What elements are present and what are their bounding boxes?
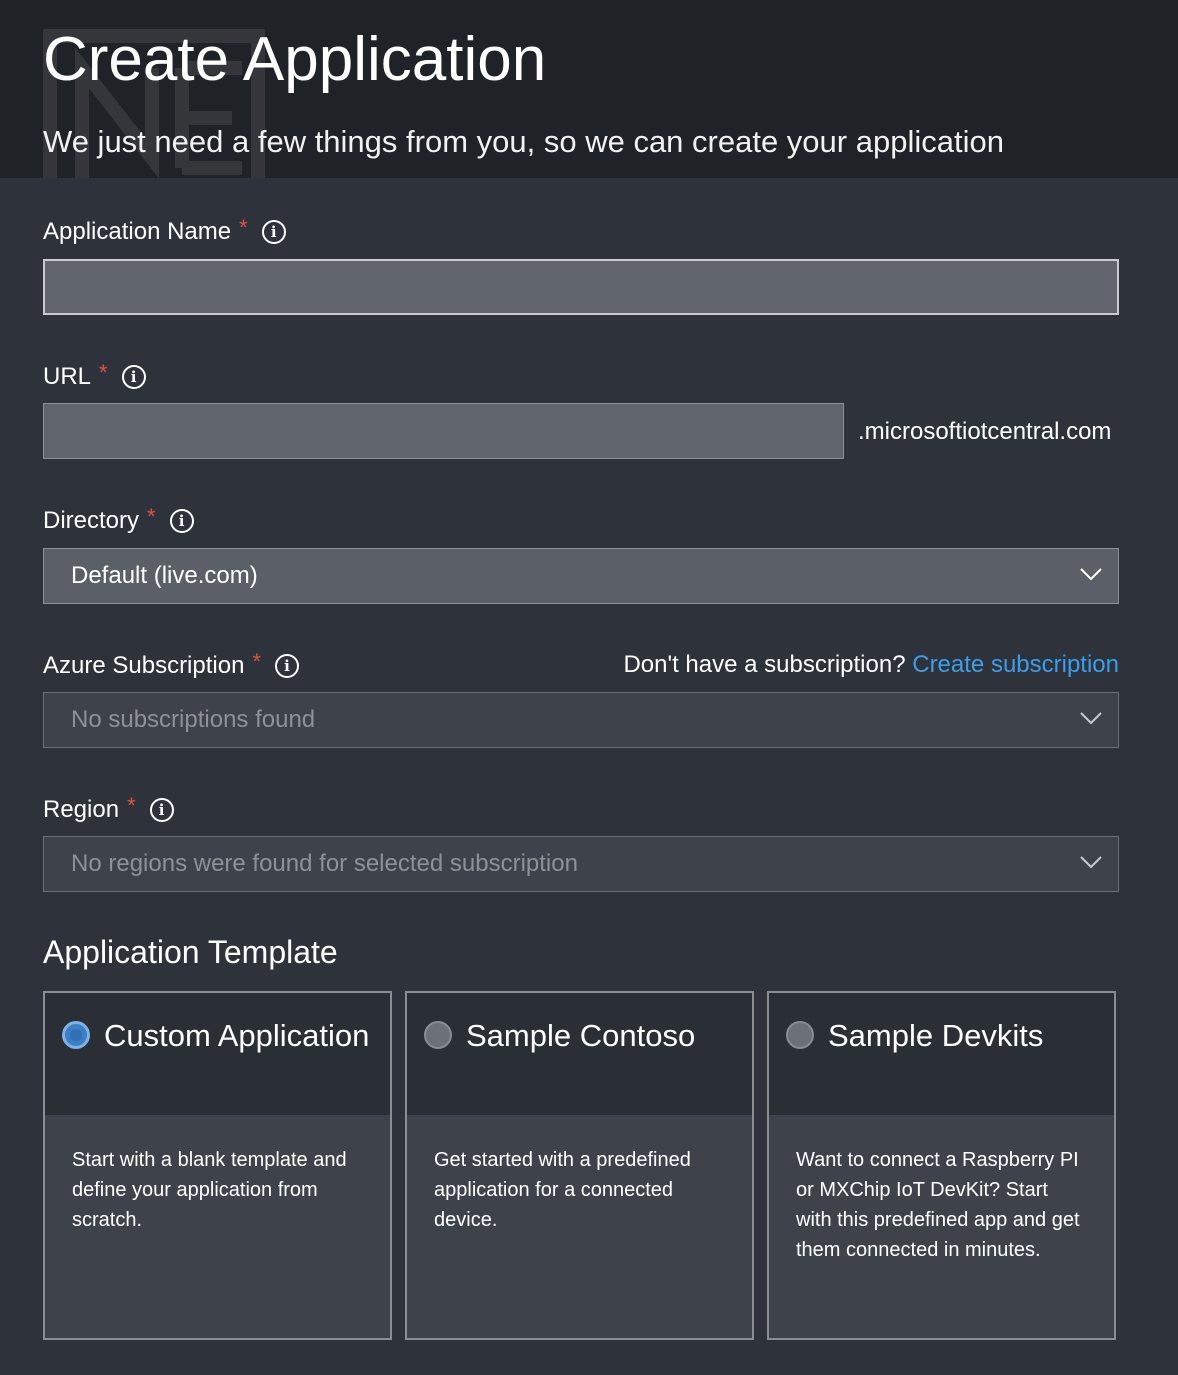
required-marker: * bbox=[239, 215, 248, 240]
info-icon[interactable]: i bbox=[275, 654, 299, 678]
no-subscription-text: Don't have a subscription? bbox=[623, 651, 906, 678]
application-name-label-text: Application Name bbox=[43, 218, 232, 245]
directory-select[interactable]: Default (live.com) bbox=[43, 548, 1119, 604]
directory-select-value: Default (live.com) bbox=[71, 562, 258, 589]
page-subtitle: We just need a few things from you, so w… bbox=[43, 124, 1004, 159]
azure-subscription-select[interactable]: No subscriptions found bbox=[43, 692, 1119, 748]
required-marker: * bbox=[147, 504, 156, 529]
directory-label-text: Directory bbox=[43, 507, 140, 534]
required-marker: * bbox=[99, 360, 108, 385]
region-select-value: No regions were found for selected subsc… bbox=[71, 850, 578, 877]
region-label: Region * i bbox=[43, 793, 174, 825]
info-icon[interactable]: i bbox=[169, 509, 194, 533]
application-name-input[interactable] bbox=[43, 259, 1119, 315]
azure-subscription-label-text: Azure Subscription bbox=[43, 652, 245, 679]
template-card-sample-devkits[interactable]: Sample Devkits Want to connect a Raspber… bbox=[767, 991, 1116, 1340]
url-domain-suffix: .microsoftiotcentral.com bbox=[858, 418, 1112, 445]
chevron-down-icon bbox=[1080, 856, 1102, 869]
required-marker: * bbox=[127, 793, 136, 818]
url-label: URL * i bbox=[43, 360, 146, 392]
info-icon[interactable]: i bbox=[261, 220, 286, 244]
template-card-description: Want to connect a Raspberry PI or MXChip… bbox=[769, 1115, 1114, 1338]
required-marker: * bbox=[252, 649, 261, 674]
template-card-sample-contoso[interactable]: Sample Contoso Get started with a predef… bbox=[405, 991, 754, 1340]
page-title: Create Application bbox=[43, 25, 547, 94]
template-card-header: Custom Application bbox=[45, 993, 390, 1115]
radio-button[interactable] bbox=[424, 1021, 452, 1049]
template-card-custom-application[interactable]: Custom Application Start with a blank te… bbox=[43, 991, 392, 1340]
no-subscription-prompt: Don't have a subscription? Create subscr… bbox=[623, 651, 1119, 679]
application-name-label: Application Name * i bbox=[43, 215, 286, 247]
template-card-header: Sample Contoso bbox=[407, 993, 752, 1115]
chevron-down-icon bbox=[1080, 712, 1102, 725]
info-icon[interactable]: i bbox=[121, 365, 146, 389]
header: Create Application We just need a few th… bbox=[0, 0, 1178, 178]
region-label-text: Region bbox=[43, 796, 120, 823]
template-card-title: Sample Devkits bbox=[828, 1018, 1044, 1053]
info-icon[interactable]: i bbox=[149, 798, 174, 822]
template-card-title: Custom Application bbox=[104, 1018, 370, 1053]
directory-label: Directory * i bbox=[43, 504, 194, 536]
url-input[interactable] bbox=[43, 403, 844, 459]
template-card-title: Sample Contoso bbox=[466, 1018, 696, 1053]
url-label-text: URL bbox=[43, 363, 92, 390]
create-subscription-link[interactable]: Create subscription bbox=[912, 651, 1119, 678]
template-card-header: Sample Devkits bbox=[769, 993, 1114, 1115]
azure-subscription-select-value: No subscriptions found bbox=[71, 706, 316, 733]
azure-subscription-label: Azure Subscription * i bbox=[43, 649, 299, 681]
application-template-heading: Application Template bbox=[43, 934, 338, 970]
template-card-description: Start with a blank template and define y… bbox=[45, 1115, 390, 1338]
radio-button-selected[interactable] bbox=[62, 1021, 90, 1049]
template-card-description: Get started with a predefined applicatio… bbox=[407, 1115, 752, 1338]
chevron-down-icon bbox=[1080, 568, 1102, 581]
region-select[interactable]: No regions were found for selected subsc… bbox=[43, 836, 1119, 892]
radio-button[interactable] bbox=[786, 1021, 814, 1049]
